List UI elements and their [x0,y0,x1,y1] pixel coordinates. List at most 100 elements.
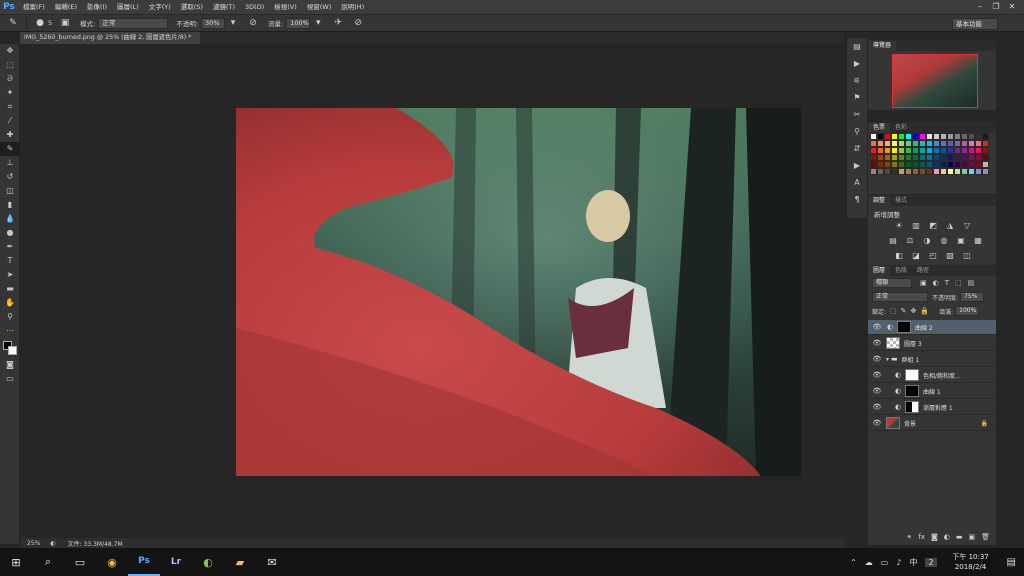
action-center-icon[interactable]: ▤ [1007,557,1016,568]
tab-channels[interactable]: 色版 [890,266,912,276]
color-swatch[interactable] [968,161,975,168]
color-swatch[interactable] [975,147,982,154]
color-swatch[interactable] [898,161,905,168]
layer-row[interactable]: 👁 圖層 3 [868,336,996,351]
layer-name[interactable]: 群組 1 [902,355,920,364]
layer-filter-select[interactable]: 種類 [872,278,912,288]
layer-opacity-field[interactable]: 75% [960,292,985,302]
color-swatch[interactable] [891,168,898,175]
color-swatch[interactable] [933,140,940,147]
color-swatch[interactable] [926,161,933,168]
layer-thumbnail[interactable] [886,417,900,429]
color-swatch[interactable] [982,168,989,175]
color-swatch[interactable] [891,140,898,147]
character-icon[interactable]: A [847,174,867,191]
color-swatch[interactable] [891,133,898,140]
chevron-up-icon[interactable]: ⌃ [850,558,857,567]
color-swatch[interactable] [877,147,884,154]
task-view-icon[interactable]: ▭ [64,548,96,576]
blur-tool-icon[interactable]: 💧 [0,212,20,226]
quick-select-tool-icon[interactable]: ✦ [0,86,20,100]
search-icon[interactable]: ⌕ [32,548,64,576]
color-swatch[interactable] [982,154,989,161]
color-swatch[interactable] [912,147,919,154]
color-swatch[interactable] [982,147,989,154]
menu-window[interactable]: 視窗(W) [302,0,337,14]
color-swatch[interactable] [982,140,989,147]
airbrush-icon[interactable]: ✈ [331,16,345,30]
chrome-icon[interactable]: ◉ [96,548,128,576]
layer-row[interactable]: 👁 ◐ 曲線 2 [868,320,996,335]
color-swatch[interactable] [912,168,919,175]
brightness-icon[interactable]: ☀ [894,221,904,230]
mail-icon[interactable]: ✉ [256,548,288,576]
clone-source-icon[interactable]: ⚑ [847,89,867,106]
color-swatch[interactable] [919,140,926,147]
info-icon[interactable]: ◐ [50,540,55,547]
tab-color[interactable]: 色彩 [890,123,912,133]
pressure-opacity-icon[interactable]: ⊘ [246,16,260,30]
filter-smart-icon[interactable]: ▤ [968,279,975,287]
color-swatch[interactable] [884,161,891,168]
input-method-icon[interactable]: 中 [909,557,917,568]
color-swatch[interactable] [898,140,905,147]
menu-3d[interactable]: 3D(D) [240,0,269,14]
layer-row[interactable]: 👁 ◐ 色相/飽和度... [868,368,996,383]
threshold-icon[interactable]: ◰ [928,251,938,260]
delete-layer-icon[interactable]: 🗑 [981,533,990,541]
brush-panel-icon[interactable]: ▣ [58,16,72,30]
gradient-tool-icon[interactable]: ▮ [0,198,20,212]
blend-mode-select[interactable]: 正常 [872,292,928,302]
color-swatch[interactable] [926,154,933,161]
color-swatch[interactable] [912,140,919,147]
layer-row[interactable]: 👁 ◐ 曲線 1 [868,384,996,399]
lightroom-taskbar-icon[interactable]: Lr [160,548,192,576]
opacity-field[interactable]: 30% [201,17,226,29]
start-icon[interactable]: ⊞ [0,548,32,576]
color-swatch[interactable] [947,147,954,154]
color-swatch[interactable] [905,140,912,147]
menu-file[interactable]: 檔案(F) [18,0,50,14]
color-swatch[interactable] [968,140,975,147]
color-swatch[interactable] [961,168,968,175]
eraser-tool-icon[interactable]: ◫ [0,184,20,198]
color-swatch[interactable] [961,133,968,140]
menu-image[interactable]: 影像(I) [82,0,112,14]
color-swatch[interactable] [975,168,982,175]
chevron-down-icon[interactable]: ▾ [226,16,240,30]
layer-name[interactable]: 背景 [904,419,916,428]
filter-shape-icon[interactable]: ⬚ [955,279,962,287]
black-white-icon[interactable]: ◑ [922,236,932,245]
menu-select[interactable]: 選取(S) [176,0,208,14]
color-swatch[interactable] [877,168,884,175]
color-swatch[interactable] [870,168,877,175]
color-swatch[interactable] [954,161,961,168]
layer-mask-thumbnail[interactable] [905,369,919,381]
eye-icon[interactable]: 👁 [872,403,882,411]
document-canvas[interactable] [236,108,801,476]
color-swatch[interactable] [898,168,905,175]
canvas-area[interactable] [21,44,844,538]
info-panel-icon[interactable]: ⇵ [847,140,867,157]
color-swatch[interactable] [940,133,947,140]
timeline-icon[interactable]: ⚲ [847,123,867,140]
color-swatch[interactable] [961,161,968,168]
color-swatch[interactable] [926,147,933,154]
color-swatch[interactable] [933,161,940,168]
history-brush-tool-icon[interactable]: ↺ [0,170,20,184]
eye-icon[interactable]: 👁 [872,387,882,395]
close-icon[interactable]: ✕ [1004,0,1020,14]
invert-icon[interactable]: ◧ [894,251,904,260]
history-icon[interactable]: ▤ [847,38,867,55]
new-layer-icon[interactable]: ▣ [968,533,975,541]
color-swatch[interactable] [940,140,947,147]
actions-icon[interactable]: ▶ [847,55,867,72]
color-swatch[interactable] [933,168,940,175]
new-group-icon[interactable]: ▬ [956,533,963,541]
workspace-select[interactable]: 基本功能 [952,18,998,30]
color-swatch[interactable] [940,147,947,154]
menu-filter[interactable]: 濾鏡(T) [208,0,240,14]
zoom-tool-icon[interactable]: ⚲ [0,310,20,324]
color-swatch[interactable] [940,168,947,175]
new-adjustment-icon[interactable]: ◐ [944,533,950,541]
